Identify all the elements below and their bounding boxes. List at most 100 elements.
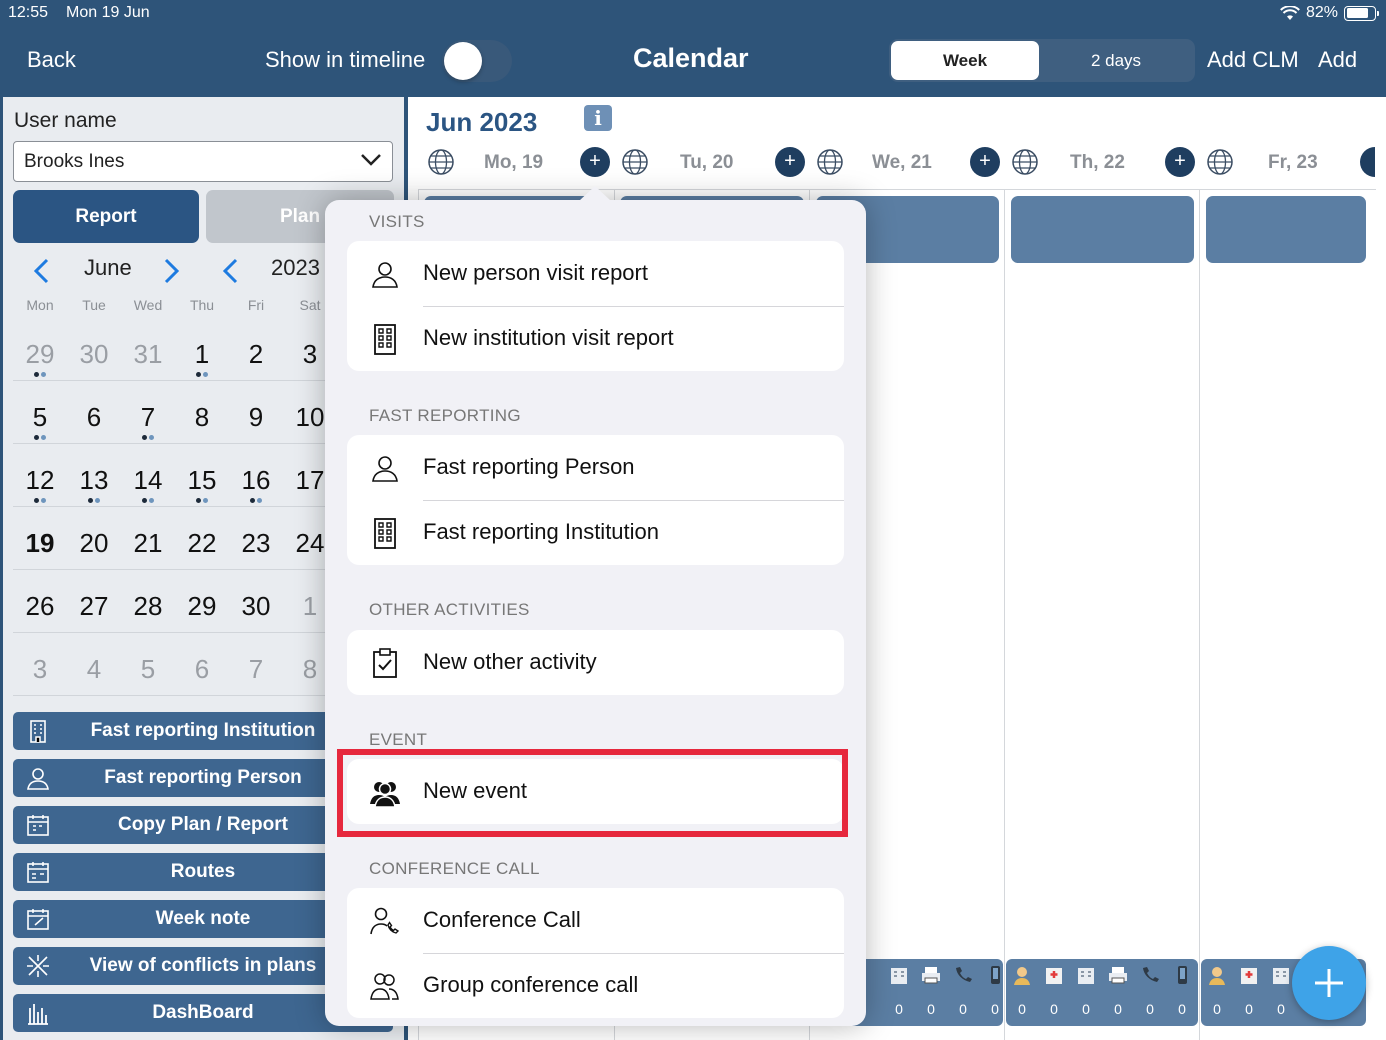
fast-reporting-person-item[interactable]: Fast reporting Person (347, 435, 844, 500)
calendar-day[interactable]: 13 (67, 444, 121, 507)
person-icon (1209, 967, 1225, 985)
calendar-day[interactable]: 22 (175, 507, 229, 570)
person-icon (372, 456, 398, 482)
calendar-day-selected[interactable]: 19 (13, 507, 67, 570)
fast-reporting-person-label: Fast reporting Person (423, 454, 635, 479)
user-name-select[interactable]: Brooks Ines (13, 141, 393, 182)
conference-call-label: Conference Call (423, 907, 581, 932)
two-days-tab[interactable]: 2 days (1041, 41, 1191, 80)
globe-icon[interactable] (1010, 147, 1040, 177)
new-institution-visit-report-item[interactable]: New institution visit report (347, 306, 844, 371)
day-summary-block[interactable] (1011, 196, 1194, 263)
page-title: Calendar (633, 43, 749, 73)
globe-icon[interactable] (426, 147, 456, 177)
calendar-day[interactable]: 1 (175, 318, 229, 381)
calendar-day[interactable]: 21 (121, 507, 175, 570)
stat-count: 0 (1146, 1001, 1154, 1017)
calendar-day[interactable]: 6 (67, 381, 121, 444)
year-label: 2023 (271, 255, 320, 280)
calendar-day[interactable]: 30 (229, 570, 283, 633)
prev-year-icon[interactable] (221, 258, 241, 284)
calendar-day[interactable]: 16 (229, 444, 283, 507)
calendar-day[interactable]: 3 (13, 633, 67, 696)
calendar-routes-icon (27, 862, 49, 883)
calendar-day[interactable]: 29 (175, 570, 229, 633)
calendar-day[interactable]: 23 (229, 507, 283, 570)
prev-month-icon[interactable] (32, 258, 52, 284)
other-activities-section-header: OTHER ACTIVITIES (369, 600, 530, 619)
add-day-button[interactable]: + (970, 147, 1000, 177)
calendar-day[interactable]: 5 (13, 381, 67, 444)
phone-icon (956, 967, 972, 982)
add-day-button[interactable]: + (775, 147, 805, 177)
calendar-day[interactable]: 27 (67, 570, 121, 633)
hospital-icon (1046, 968, 1062, 984)
fast-reporting-institution-item[interactable]: Fast reporting Institution (347, 500, 844, 565)
show-in-timeline-label: Show in timeline (265, 47, 426, 72)
calendar-day[interactable]: 7 (121, 381, 175, 444)
weekday-label: Tue (82, 297, 106, 313)
globe-icon[interactable] (1205, 147, 1235, 177)
status-bar: 12:55 Mon 19 Jun 82% (0, 0, 1386, 26)
calendar-day[interactable]: 4 (67, 633, 121, 696)
calendar-day[interactable]: 7 (229, 633, 283, 696)
status-date: Mon 19 Jun (66, 4, 150, 21)
calendar-day[interactable]: 9 (229, 381, 283, 444)
calendar-day[interactable]: 14 (121, 444, 175, 507)
report-button[interactable]: Report (13, 190, 199, 243)
day-name: Tu, 20 (680, 152, 734, 173)
person-icon (372, 262, 398, 288)
day-summary-block[interactable] (1206, 196, 1366, 263)
new-other-activity-item[interactable]: New other activity (347, 630, 844, 695)
calendar-day[interactable]: 20 (67, 507, 121, 570)
stat-count: 0 (1277, 1001, 1285, 1017)
calendar-day[interactable]: 28 (121, 570, 175, 633)
clipboard-check-icon (373, 648, 397, 678)
stat-count: 0 (1114, 1001, 1122, 1017)
chevron-down-icon (361, 154, 381, 166)
calendar-day[interactable]: 15 (175, 444, 229, 507)
globe-icon[interactable] (620, 147, 650, 177)
new-other-activity-label: New other activity (423, 649, 597, 674)
weekday-label: Mon (26, 297, 54, 313)
add-clm-button[interactable]: Add CLM (1207, 47, 1299, 73)
calendar-day[interactable]: 30 (67, 318, 121, 381)
add-day-button[interactable]: + (1165, 147, 1195, 177)
calendar-day[interactable]: 6 (175, 633, 229, 696)
fast-reporting-section-header: FAST REPORTING (369, 406, 521, 425)
week-tab[interactable]: Week (891, 41, 1039, 80)
dashboard-label: DashBoard (152, 1002, 254, 1023)
calendar-note-icon (27, 909, 49, 930)
add-activity-popover: VISITS New person visit report New insti… (325, 186, 866, 1026)
add-day-button[interactable]: + (580, 147, 610, 177)
group-conference-call-item[interactable]: Group conference call (347, 953, 844, 1018)
visits-section-header: VISITS (369, 212, 425, 231)
back-button[interactable]: Back (27, 47, 76, 73)
next-month-icon[interactable] (161, 258, 181, 284)
conference-call-item[interactable]: Conference Call (347, 888, 844, 953)
add-button[interactable]: Add (1318, 47, 1357, 73)
stat-count: 0 (1082, 1001, 1090, 1017)
floating-add-button[interactable] (1292, 946, 1366, 1020)
globe-icon[interactable] (815, 147, 845, 177)
add-day-button[interactable] (1360, 147, 1375, 177)
building-icon (891, 968, 907, 984)
calendar-day[interactable]: 2 (229, 318, 283, 381)
new-person-visit-report-item[interactable]: New person visit report (347, 241, 844, 306)
conference-call-card: Conference Call Group conference call (347, 888, 844, 1018)
calendar-day[interactable]: 5 (121, 633, 175, 696)
calendar-day[interactable]: 8 (175, 381, 229, 444)
battery-icon (1344, 5, 1379, 21)
conflict-icon (27, 955, 49, 977)
calendar-day[interactable]: 12 (13, 444, 67, 507)
person-phone-icon (370, 907, 400, 935)
header-divider (418, 189, 1376, 190)
calendar-day[interactable]: 26 (13, 570, 67, 633)
stat-count: 0 (991, 1001, 999, 1017)
show-in-timeline-toggle[interactable] (442, 40, 512, 82)
new-person-visit-report-label: New person visit report (423, 260, 648, 285)
stat-count: 0 (1245, 1001, 1253, 1017)
info-icon[interactable]: i (584, 105, 612, 131)
calendar-day[interactable]: 31 (121, 318, 175, 381)
calendar-day[interactable]: 29 (13, 318, 67, 381)
